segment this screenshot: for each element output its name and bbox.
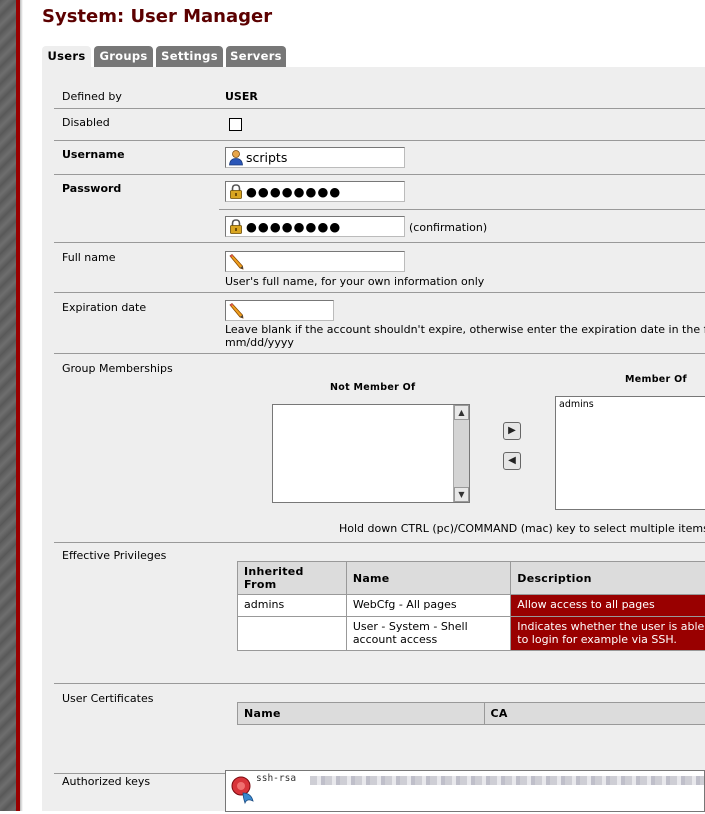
privileges-header-row: Inherited From Name Description xyxy=(238,562,705,595)
scroll-down-icon[interactable]: ▼ xyxy=(454,487,469,502)
password-value: ●●●●●●●● xyxy=(246,184,341,199)
page-title: System: User Manager xyxy=(42,6,272,27)
column-header: Description xyxy=(511,562,705,595)
privilege-inherited: admins xyxy=(238,595,347,617)
left-shadow xyxy=(20,0,23,811)
password-input[interactable]: ●●●●●●●● xyxy=(225,181,405,202)
certificates-header-row: Name CA xyxy=(238,703,705,725)
username-label: Username xyxy=(62,148,125,161)
defined-by-row: Defined by USER xyxy=(54,86,705,109)
privileges-label: Effective Privileges xyxy=(62,549,166,562)
certificates-label: User Certificates xyxy=(62,692,153,705)
pencil-icon xyxy=(228,253,244,270)
arrow-left-icon: ◀ xyxy=(508,455,516,466)
arrow-right-icon: ▶ xyxy=(508,425,516,436)
privileges-table: Inherited From Name Description admins W… xyxy=(237,561,705,651)
username-row: Username scripts xyxy=(54,141,705,175)
password-confirm-note: (confirmation) xyxy=(409,221,487,234)
defined-by-label: Defined by xyxy=(62,90,122,103)
username-value: scripts xyxy=(246,150,287,165)
authorized-keys-value: ssh-rsa xyxy=(256,773,296,784)
add-to-group-button[interactable]: ▶ xyxy=(503,422,521,440)
content-panel: Defined by USER Disabled Username script… xyxy=(42,67,705,811)
pencil-icon xyxy=(228,302,244,319)
remove-from-group-button[interactable]: ◀ xyxy=(503,452,521,470)
username-input[interactable]: scripts xyxy=(225,147,405,168)
privilege-name: User - System - Shell account access xyxy=(346,617,510,651)
left-decor-bar xyxy=(0,0,16,811)
member-listbox[interactable]: admins xyxy=(555,396,705,510)
privilege-description: Allow access to all pages xyxy=(511,595,705,617)
authorized-keys-row: Authorized keys ssh-rsa xyxy=(54,774,705,814)
privilege-inherited xyxy=(238,617,347,651)
password-separator xyxy=(219,209,705,210)
expiration-label: Expiration date xyxy=(62,301,146,314)
lock-icon xyxy=(228,183,244,200)
user-icon xyxy=(228,149,244,166)
tab-settings[interactable]: Settings xyxy=(156,46,223,67)
redacted-key xyxy=(310,776,705,785)
scroll-up-icon[interactable]: ▲ xyxy=(454,405,469,420)
defined-by-value: USER xyxy=(225,90,258,103)
privilege-description: Indicates whether the user is able to lo… xyxy=(511,617,705,651)
disabled-checkbox[interactable] xyxy=(229,118,242,131)
certificates-row: User Certificates Name CA xyxy=(54,684,705,774)
fullname-input[interactable] xyxy=(225,251,405,272)
column-header: Name xyxy=(346,562,510,595)
privilege-name: WebCfg - All pages xyxy=(346,595,510,617)
tab-groups[interactable]: Groups xyxy=(94,46,153,67)
member-heading: Member Of xyxy=(625,373,687,386)
expiration-input[interactable] xyxy=(225,300,334,321)
column-header: Inherited From xyxy=(238,562,347,595)
expiration-format-hint: mm/dd/yyyy xyxy=(225,336,294,349)
privileges-row: Effective Privileges Inherited From Name… xyxy=(54,543,705,684)
password-label: Password xyxy=(62,182,121,195)
groups-hint: Hold down CTRL (pc)/COMMAND (mac) key to… xyxy=(339,522,705,535)
column-header: CA xyxy=(484,703,705,725)
password-confirm-input[interactable]: ●●●●●●●● xyxy=(225,216,405,237)
fullname-label: Full name xyxy=(62,251,116,264)
tab-users[interactable]: Users xyxy=(42,46,91,68)
expiration-hint: Leave blank if the account shouldn't exp… xyxy=(225,323,705,336)
not-member-heading: Not Member Of xyxy=(330,381,415,394)
fullname-hint: User's full name, for your own informati… xyxy=(225,275,484,288)
member-item[interactable]: admins xyxy=(559,399,705,410)
table-row: admins WebCfg - All pages Allow access t… xyxy=(238,595,705,617)
table-row: User - System - Shell account access Ind… xyxy=(238,617,705,651)
password-row: Password ●●●●●●●● ●●●●●●●● (confirmation… xyxy=(54,175,705,243)
expiration-row: Expiration date Leave blank if the accou… xyxy=(54,293,705,354)
authorized-keys-textarea[interactable]: ssh-rsa xyxy=(225,770,705,812)
column-header: Name xyxy=(238,703,485,725)
lock-icon xyxy=(228,218,244,235)
disabled-label: Disabled xyxy=(62,116,110,129)
not-member-scrollbar[interactable]: ▲ ▼ xyxy=(453,405,469,502)
tab-servers[interactable]: Servers xyxy=(226,46,286,67)
disabled-row: Disabled xyxy=(54,109,705,141)
password-confirm-value: ●●●●●●●● xyxy=(246,219,341,234)
certificates-table: Name CA xyxy=(237,702,705,725)
key-certificate-icon xyxy=(229,775,255,805)
not-member-listbox[interactable]: ▲ ▼ xyxy=(272,404,470,503)
groups-label: Group Memberships xyxy=(62,362,173,375)
groups-row: Group Memberships Not Member Of Member O… xyxy=(54,354,705,543)
fullname-row: Full name User's full name, for your own… xyxy=(54,243,705,293)
authorized-keys-label: Authorized keys xyxy=(62,775,150,788)
